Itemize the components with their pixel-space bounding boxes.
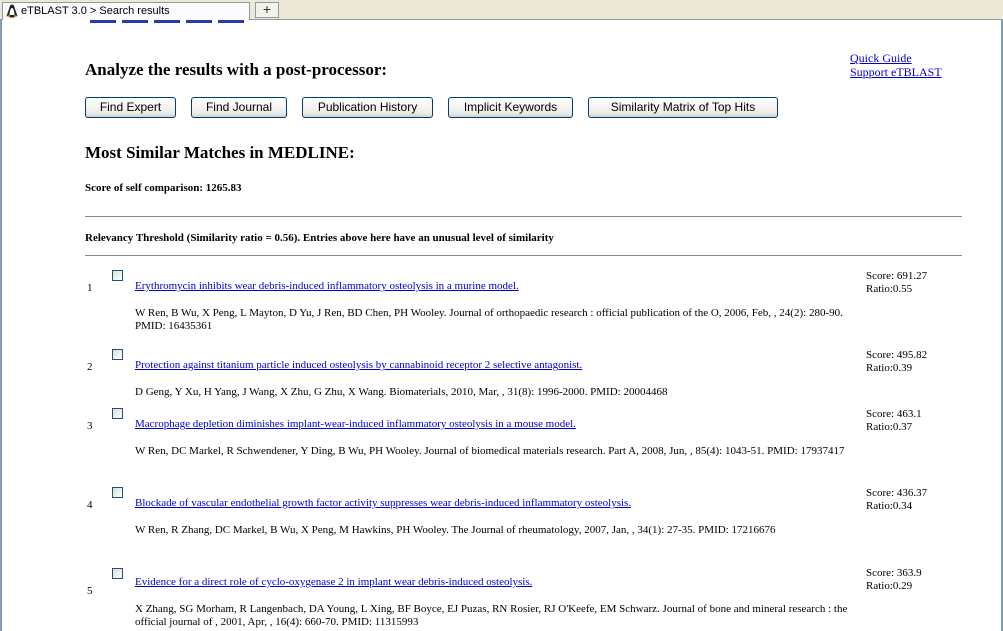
divider [85,255,962,256]
quick-guide-link[interactable]: Quick Guide [850,51,942,65]
result-ratio: Ratio:0.34 [866,500,913,512]
result-title-link[interactable]: Erythromycin inhibits wear debris-induce… [135,280,519,292]
find-journal-button[interactable]: Find Journal [191,97,287,118]
result-ratio: Ratio:0.37 [866,421,913,433]
result-score: Score: 463.1 [866,408,922,420]
result-ratio: Ratio:0.29 [866,580,913,592]
result-title-link[interactable]: Protection against titanium particle ind… [135,359,582,371]
result-checkbox[interactable] [112,349,123,360]
result-score: Score: 436.37 [866,487,928,499]
result-citation: W Ren, DC Markel, R Schwendener, Y Ding,… [135,445,845,457]
find-expert-button[interactable]: Find Expert [85,97,176,118]
postprocessor-heading: Analyze the results with a post-processo… [85,60,388,79]
support-etblast-link[interactable]: Support eTBLAST [850,65,942,79]
result-number: 3 [87,420,93,432]
tab-search-results[interactable]: eTBLAST 3.0 > Search results [2,2,250,20]
result-score: Score: 495.82 [866,349,928,361]
result-number: 2 [87,361,93,373]
relevancy-threshold: Relevancy Threshold (Similarity ratio = … [85,232,554,244]
result-ratio: Ratio:0.39 [866,362,913,374]
publication-history-button[interactable]: Publication History [302,97,433,118]
result-citation: X Zhang, SG Morham, R Langenbach, DA You… [135,603,848,628]
result-title-link[interactable]: Evidence for a direct role of cyclo-oxyg… [135,576,532,588]
result-score: Score: 691.27 [866,270,928,282]
tab-title: eTBLAST 3.0 > Search results [21,5,170,17]
result-checkbox[interactable] [112,568,123,579]
matches-heading: Most Similar Matches in MEDLINE: [85,143,355,162]
result-checkbox[interactable] [112,408,123,419]
page-content[interactable]: Quick Guide Support eTBLAST Analyze the … [0,20,1003,631]
result-citation: W Ren, R Zhang, DC Markel, B Wu, X Peng,… [135,524,776,536]
result-checkbox[interactable] [112,270,123,281]
linux-tux-icon [6,4,18,18]
result-checkbox[interactable] [112,487,123,498]
result-title-link[interactable]: Macrophage depletion diminishes implant-… [135,418,576,430]
result-score: Score: 363.9 [866,567,922,579]
implicit-keywords-button[interactable]: Implicit Keywords [448,97,573,118]
result-citation: W Ren, B Wu, X Peng, L Mayton, D Yu, J R… [135,307,843,332]
result-citation: D Geng, Y Xu, H Yang, J Wang, X Zhu, G Z… [135,386,668,398]
result-number: 1 [87,282,93,294]
clipped-links-row [90,20,250,23]
divider [85,216,962,217]
similarity-matrix-button[interactable]: Similarity Matrix of Top Hits [588,97,778,118]
result-number: 5 [87,585,93,597]
new-tab-button[interactable]: + [255,2,279,18]
result-number: 4 [87,499,93,511]
help-links: Quick Guide Support eTBLAST [850,51,942,79]
result-title-link[interactable]: Blockade of vascular endothelial growth … [135,497,631,509]
tab-strip: eTBLAST 3.0 > Search results + [0,0,1003,20]
self-comparison-score: Score of self comparison: 1265.83 [85,182,242,194]
result-ratio: Ratio:0.55 [866,283,913,295]
